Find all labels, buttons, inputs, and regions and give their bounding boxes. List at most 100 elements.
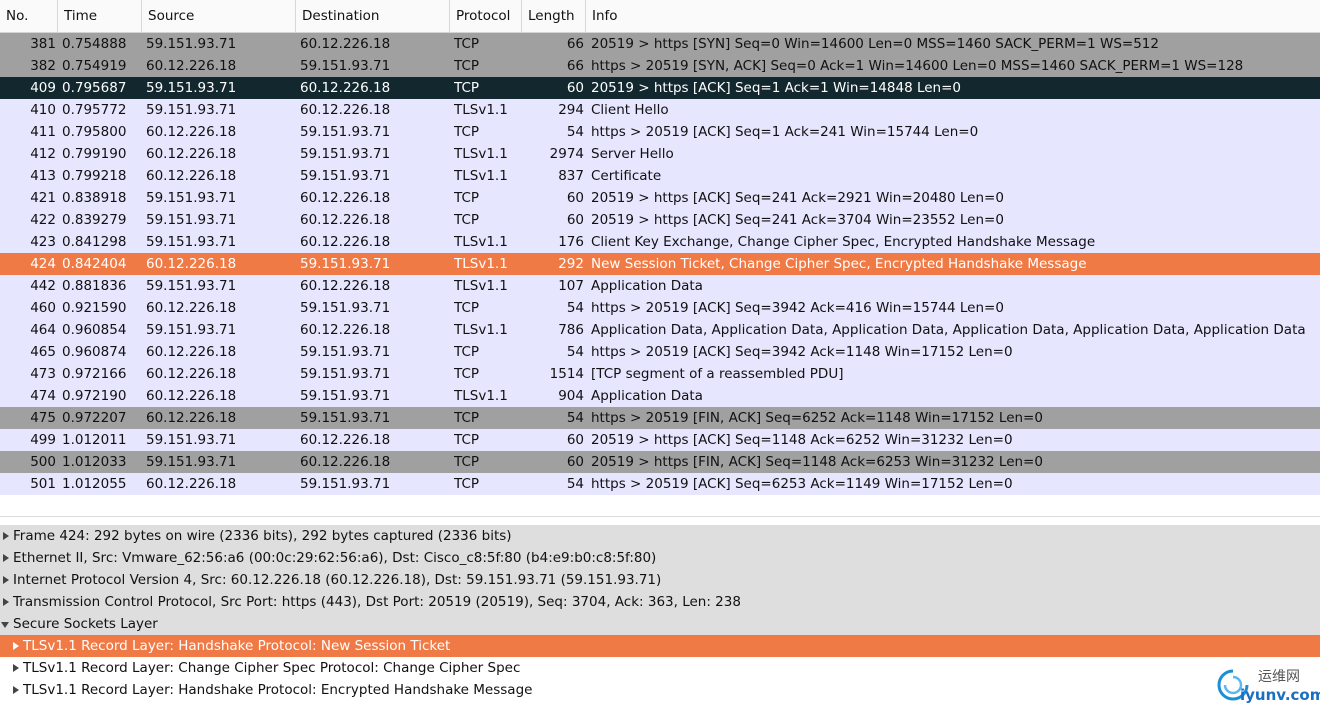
packet-destination: 59.151.93.71 <box>300 366 391 382</box>
packet-info: https > 20519 [ACK] Seq=3942 Ack=1148 Wi… <box>591 344 1013 360</box>
detail-tree-item[interactable]: Secure Sockets Layer <box>0 613 1320 635</box>
packet-details-pane[interactable]: Frame 424: 292 bytes on wire (2336 bits)… <box>0 516 1320 713</box>
column-header-time[interactable]: Time <box>58 0 142 32</box>
packet-destination: 60.12.226.18 <box>300 190 391 206</box>
packet-row[interactable]: 473 0.972166 60.12.226.18 59.151.93.71 TCP 15… <box>0 363 1320 385</box>
packet-row[interactable]: 422 0.839279 59.151.93.71 60.12.226.18 TCP 60… <box>0 209 1320 231</box>
packet-length: 54 <box>566 124 584 140</box>
packet-destination: 60.12.226.18 <box>300 278 391 294</box>
packet-row[interactable]: 423 0.841298 59.151.93.71 60.12.226.18 TLSv1… <box>0 231 1320 253</box>
packet-length: 294 <box>558 102 584 118</box>
packet-time: 0.838918 <box>62 190 127 206</box>
packet-protocol: TLSv1.1 <box>454 388 508 404</box>
packet-protocol: TCP <box>454 410 480 426</box>
packet-time: 0.972190 <box>62 388 127 404</box>
packet-protocol: TCP <box>454 432 480 448</box>
packet-destination: 59.151.93.71 <box>300 344 391 360</box>
packet-length: 107 <box>558 278 584 294</box>
packet-row[interactable]: 410 0.795772 59.151.93.71 60.12.226.18 TLSv1… <box>0 99 1320 121</box>
packet-destination: 60.12.226.18 <box>300 322 391 338</box>
packet-row[interactable]: 421 0.838918 59.151.93.71 60.12.226.18 TCP 60… <box>0 187 1320 209</box>
packet-no: 411 <box>30 124 56 140</box>
packet-source: 60.12.226.18 <box>146 366 237 382</box>
detail-tree-item[interactable]: TLSv1.1 Record Layer: Change Cipher Spec… <box>0 657 1320 679</box>
expand-right-icon[interactable] <box>10 679 22 701</box>
packet-time: 0.960854 <box>62 322 127 338</box>
packet-source: 60.12.226.18 <box>146 476 237 492</box>
packet-row[interactable]: 475 0.972207 60.12.226.18 59.151.93.71 TCP 54… <box>0 407 1320 429</box>
packet-destination: 59.151.93.71 <box>300 388 391 404</box>
expand-down-icon[interactable] <box>0 613 12 635</box>
packet-row[interactable]: 411 0.795800 60.12.226.18 59.151.93.71 TCP 54… <box>0 121 1320 143</box>
packet-rows: 381 0.754888 59.151.93.71 60.12.226.18 TCP 66… <box>0 33 1320 495</box>
packet-time: 0.881836 <box>62 278 127 294</box>
packet-info: Certificate <box>591 168 662 184</box>
packet-info: 20519 > https [ACK] Seq=1 Ack=1 Win=1484… <box>591 80 961 96</box>
packet-source: 60.12.226.18 <box>146 410 237 426</box>
packet-row-selected[interactable]: 424 0.842404 60.12.226.18 59.151.93.71 TLSv1… <box>0 253 1320 275</box>
expand-right-icon[interactable] <box>0 525 12 547</box>
packet-no: 442 <box>30 278 56 294</box>
packet-time: 0.795800 <box>62 124 127 140</box>
packet-destination: 60.12.226.18 <box>300 102 391 118</box>
packet-length: 66 <box>566 58 584 74</box>
expand-right-icon[interactable] <box>10 657 22 679</box>
packet-list[interactable]: No. Time Source Destination Protocol Len… <box>0 0 1320 496</box>
column-header-destination[interactable]: Destination <box>296 0 450 32</box>
packet-protocol: TLSv1.1 <box>454 146 508 162</box>
column-header-source[interactable]: Source <box>142 0 296 32</box>
packet-protocol: TCP <box>454 36 480 52</box>
packet-info: https > 20519 [ACK] Seq=1 Ack=241 Win=15… <box>591 124 979 140</box>
packet-no: 410 <box>30 102 56 118</box>
column-header-info[interactable]: Info <box>586 0 1320 32</box>
packet-protocol: TCP <box>454 366 480 382</box>
expand-right-icon[interactable] <box>0 547 12 569</box>
packet-row[interactable]: 412 0.799190 60.12.226.18 59.151.93.71 TLSv1… <box>0 143 1320 165</box>
packet-no: 409 <box>30 80 56 96</box>
packet-row[interactable]: 460 0.921590 60.12.226.18 59.151.93.71 TCP 54… <box>0 297 1320 319</box>
packet-no: 475 <box>30 410 56 426</box>
detail-tree-label: Transmission Control Protocol, Src Port:… <box>13 594 741 610</box>
packet-row[interactable]: 381 0.754888 59.151.93.71 60.12.226.18 TCP 66… <box>0 33 1320 55</box>
packet-row[interactable]: 382 0.754919 60.12.226.18 59.151.93.71 TCP 66… <box>0 55 1320 77</box>
packet-time: 1.012033 <box>62 454 127 470</box>
detail-tree-item[interactable]: TLSv1.1 Record Layer: Handshake Protocol… <box>0 679 1320 701</box>
detail-tree-item-selected[interactable]: TLSv1.1 Record Layer: Handshake Protocol… <box>0 635 1320 657</box>
detail-tree-item[interactable]: Transmission Control Protocol, Src Port:… <box>0 591 1320 613</box>
expand-right-icon[interactable] <box>0 569 12 591</box>
packet-row[interactable]: 500 1.012033 59.151.93.71 60.12.226.18 TCP 60… <box>0 451 1320 473</box>
packet-row[interactable]: 501 1.012055 60.12.226.18 59.151.93.71 TCP 54… <box>0 473 1320 495</box>
column-header-length[interactable]: Length <box>522 0 586 32</box>
packet-protocol: TCP <box>454 454 480 470</box>
packet-row[interactable]: 499 1.012011 59.151.93.71 60.12.226.18 TCP 60… <box>0 429 1320 451</box>
packet-protocol: TCP <box>454 58 480 74</box>
packet-row[interactable]: 464 0.960854 59.151.93.71 60.12.226.18 TLSv1… <box>0 319 1320 341</box>
detail-tree-item[interactable]: Internet Protocol Version 4, Src: 60.12.… <box>0 569 1320 591</box>
column-header-protocol[interactable]: Protocol <box>450 0 522 32</box>
packet-length: 54 <box>566 410 584 426</box>
packet-info: 20519 > https [FIN, ACK] Seq=1148 Ack=62… <box>591 454 1043 470</box>
packet-source: 60.12.226.18 <box>146 300 237 316</box>
packet-row[interactable]: 442 0.881836 59.151.93.71 60.12.226.18 TLSv1… <box>0 275 1320 297</box>
detail-tree-item[interactable]: Frame 424: 292 bytes on wire (2336 bits)… <box>0 525 1320 547</box>
column-header-no[interactable]: No. <box>0 0 58 32</box>
packet-info: https > 20519 [FIN, ACK] Seq=6252 Ack=11… <box>591 410 1043 426</box>
packet-protocol: TCP <box>454 300 480 316</box>
packet-info: Application Data <box>591 278 703 294</box>
packet-source: 59.151.93.71 <box>146 36 237 52</box>
packet-row[interactable]: 413 0.799218 60.12.226.18 59.151.93.71 TLSv1… <box>0 165 1320 187</box>
expand-right-icon[interactable] <box>0 591 12 613</box>
packet-row[interactable]: 409 0.795687 59.151.93.71 60.12.226.18 TCP 60… <box>0 77 1320 99</box>
packet-info: Application Data <box>591 388 703 404</box>
packet-row[interactable]: 474 0.972190 60.12.226.18 59.151.93.71 TLSv1… <box>0 385 1320 407</box>
packet-destination: 60.12.226.18 <box>300 80 391 96</box>
packet-protocol: TCP <box>454 476 480 492</box>
packet-no: 421 <box>30 190 56 206</box>
packet-no: 460 <box>30 300 56 316</box>
packet-time: 0.799190 <box>62 146 127 162</box>
packet-row[interactable]: 465 0.960874 60.12.226.18 59.151.93.71 TCP 54… <box>0 341 1320 363</box>
packet-info: 20519 > https [ACK] Seq=241 Ack=2921 Win… <box>591 190 1004 206</box>
detail-tree-item[interactable]: Ethernet II, Src: Vmware_62:56:a6 (00:0c… <box>0 547 1320 569</box>
expand-right-icon[interactable] <box>10 635 22 657</box>
packet-protocol: TLSv1.1 <box>454 234 508 250</box>
